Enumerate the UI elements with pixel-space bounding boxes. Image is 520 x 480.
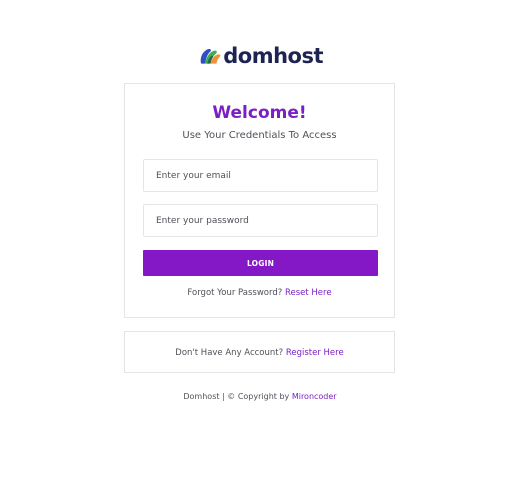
copyright-text: Domhost | © Copyright by — [183, 392, 290, 401]
author-link[interactable]: Mironcoder — [292, 392, 337, 401]
reset-password-link[interactable]: Reset Here — [285, 288, 332, 298]
brand-logo[interactable]: domhost — [199, 42, 323, 70]
login-button[interactable]: LOGIN — [143, 250, 378, 276]
forgot-password-text: Forgot Your Password? — [187, 288, 283, 298]
register-row: Don't Have Any Account? Register Here — [125, 347, 394, 359]
register-link[interactable]: Register Here — [286, 348, 344, 358]
footer: Domhost | © Copyright by Mironcoder — [0, 391, 520, 403]
email-input[interactable] — [143, 159, 378, 192]
no-account-text: Don't Have Any Account? — [175, 348, 284, 358]
brand-name: domhost — [223, 44, 323, 68]
forgot-password-row: Forgot Your Password? Reset Here — [125, 287, 394, 299]
layered-waves-logo-icon — [200, 49, 221, 64]
welcome-title: Welcome! — [212, 103, 307, 123]
login-card: Welcome! Use Your Credentials To Access … — [124, 83, 395, 318]
login-subtitle: Use Your Credentials To Access — [182, 130, 337, 141]
signup-card: Don't Have Any Account? Register Here — [124, 331, 395, 373]
password-input[interactable] — [143, 204, 378, 237]
login-page: domhost Welcome! Use Your Credentials To… — [0, 0, 520, 480]
